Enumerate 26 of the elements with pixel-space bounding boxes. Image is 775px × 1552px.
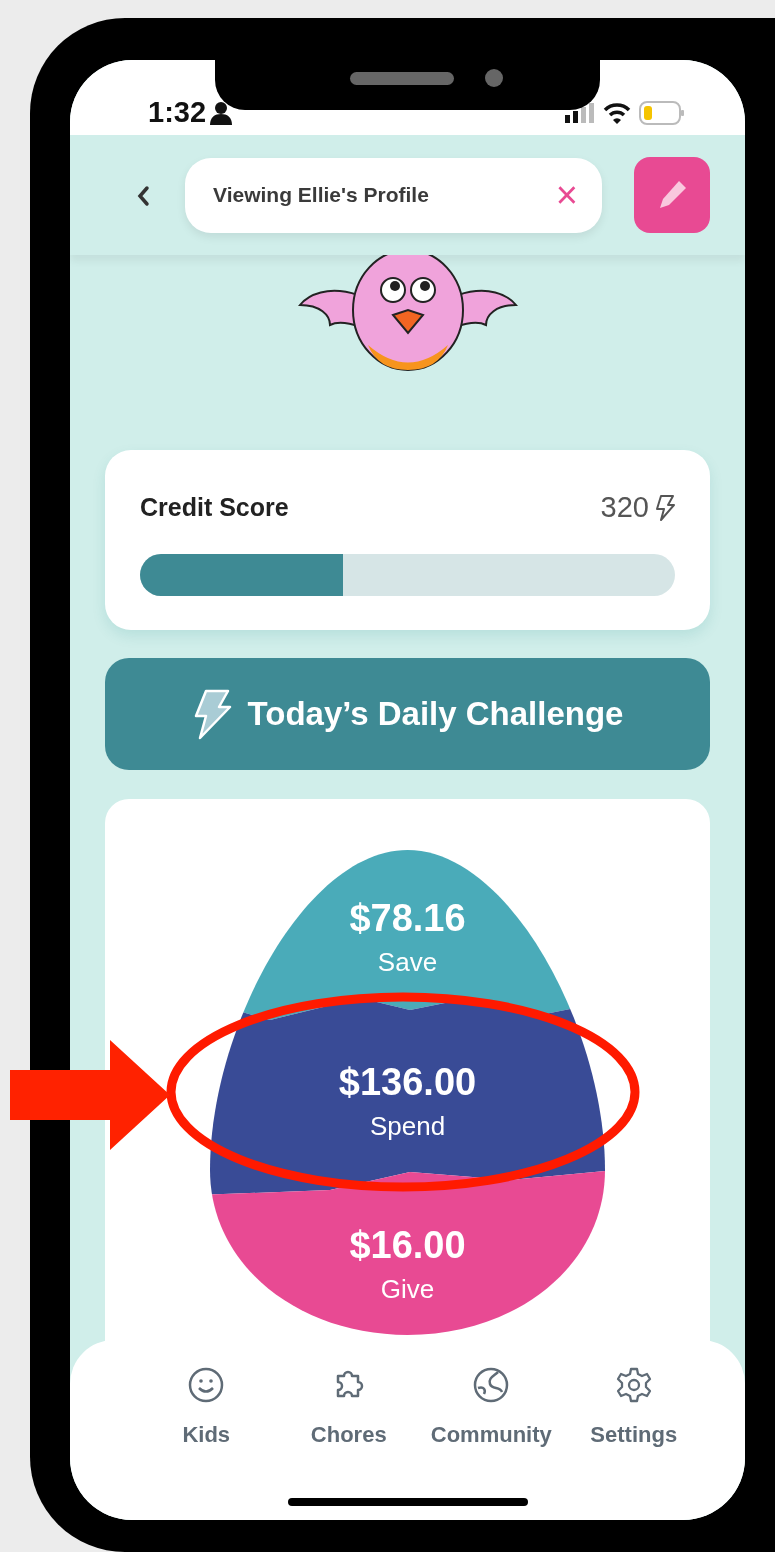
battery-icon	[639, 100, 685, 125]
jar-label: Give	[380, 1274, 435, 1306]
person-icon	[210, 100, 233, 125]
tab-item[interactable]: Community	[420, 1366, 563, 1456]
wifi-icon	[603, 101, 631, 124]
jar-amount: $78.16	[349, 897, 466, 940]
signal-icon	[565, 102, 595, 123]
banner-title: Viewing Ellie's Profile	[213, 182, 429, 209]
tab-item[interactable]: Settings	[562, 1366, 705, 1456]
lightning-icon	[653, 493, 675, 522]
daily-challenge-button[interactable]: Today’s Daily Challenge	[105, 657, 710, 770]
jar-label: Spend	[369, 1111, 446, 1143]
card-title: Credit Score	[140, 492, 289, 523]
close-button[interactable]: ×	[555, 176, 578, 214]
jar-label: Save	[377, 947, 438, 979]
smiley-icon	[187, 1366, 226, 1404]
globe-icon	[472, 1366, 511, 1404]
settings-icon	[614, 1366, 653, 1404]
score-value: 320	[600, 490, 649, 525]
tab-item[interactable]: Kids	[135, 1366, 278, 1456]
edit-button[interactable]	[634, 157, 710, 233]
tab-item[interactable]: Chores	[277, 1366, 420, 1456]
status-time: 1:32	[148, 94, 207, 130]
jar-amount: $136.00	[338, 1061, 477, 1104]
chevron-left-icon	[136, 184, 150, 207]
jar-amount: $16.00	[349, 1224, 466, 1267]
